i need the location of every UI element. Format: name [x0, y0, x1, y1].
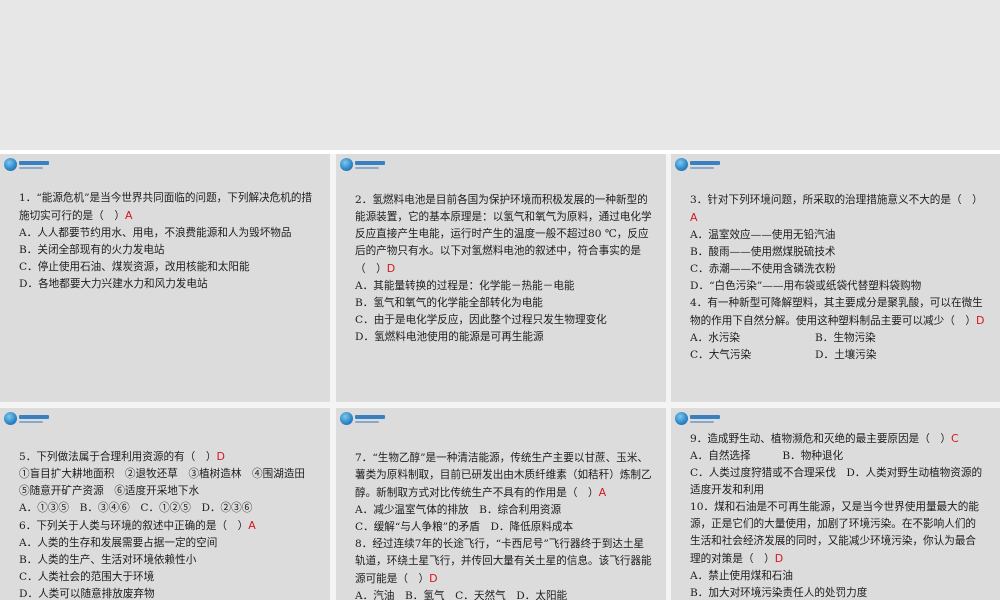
answer-mark: D — [774, 552, 784, 565]
option-line: A．温室效应——使用无铅汽油 — [690, 229, 836, 241]
option-line: D．“白色污染”——用布袋或纸袋代替塑料袋购物 — [690, 280, 922, 292]
slide-thumbnail-4[interactable]: 5．下列做法属于合理利用资源的有（ ）D ①盲目扩大耕地面积 ②退牧还草 ③植树… — [0, 408, 330, 600]
option-row: C．大气污染 D．土壤污染 — [690, 349, 877, 361]
option-line: B．人类的生产、生活对环境依赖性小 — [19, 554, 197, 566]
top-blank-area — [0, 0, 1000, 150]
option-row: A．水污染 B．生物污染 — [690, 332, 876, 344]
option-line: A．人人都要节约用水、用电，不浪费能源和人为毁坏物品 — [19, 227, 292, 239]
option-line: C．停止使用石油、煤炭资源，改用核能和太阳能 — [19, 261, 250, 273]
slide-thumbnail-1[interactable]: 1．“能源危机”是当今世界共同面临的问题，下列解决危机的措施切实可行的是（ ）A… — [0, 154, 330, 402]
question-4: 4．有一种新型可降解塑料，其主要成分是聚乳酸，可以在微生物的作用下自然分解。使用… — [690, 297, 985, 327]
answer-mark: D — [216, 450, 225, 463]
option-line: C．赤潮——不使用含磷洗衣粉 — [690, 263, 836, 275]
slide-content: 3．针对下列环境问题，所采取的治理措施意义不大的是（ ）A A．温室效应——使用… — [690, 192, 986, 364]
answer-mark: A — [598, 486, 607, 499]
logo-icon — [675, 158, 720, 171]
slide-thumbnail-2[interactable]: 2．氢燃料电池是目前各国为保护环境而积极发展的一种新型的能源装置，它的基本原理是… — [336, 154, 666, 402]
option-line: A．禁止使用煤和石油 — [690, 570, 793, 582]
question-6: 6．下列关于人类与环境的叙述中正确的是（ ）A — [19, 519, 256, 532]
option-line: A．汽油 B．氢气 C．天然气 D．太阳能 — [355, 590, 568, 600]
option-line: D．各地都要大力兴建水力和风力发电站 — [19, 278, 208, 290]
option-line: B．氢气和氧气的化学能全部转化为电能 — [355, 297, 543, 309]
slide-content: 5．下列做法属于合理利用资源的有（ ）D ①盲目扩大耕地面积 ②退牧还草 ③植树… — [19, 448, 316, 600]
question-9: 9．造成野生动、植物濒危和灭绝的最主要原因是（ ）C — [690, 432, 959, 445]
option-line: C．缓解“与人争粮”的矛盾 D．降低原料成本 — [355, 521, 574, 533]
question-5: 5．下列做法属于合理利用资源的有（ ）D — [19, 450, 225, 463]
question-10: 10．煤和石油是不可再生能源，又是当今世界使用量最大的能源，正是它们的大量使用，… — [690, 501, 979, 565]
question-2: 2．氢燃料电池是目前各国为保护环境而积极发展的一种新型的能源装置，它的基本原理是… — [355, 194, 652, 275]
answer-mark: D — [976, 314, 985, 327]
logo-icon — [675, 412, 720, 425]
option-line: A．人类的生存和发展需要占据一定的空间 — [19, 537, 218, 549]
answer-mark: C — [951, 432, 959, 445]
answer-mark: D — [386, 262, 396, 275]
option-line: B．酸雨——使用燃煤脱硫技术 — [690, 246, 836, 258]
question-7: 7．“生物乙醇”是一种清洁能源，传统生产主要以甘蔗、玉米、薯类为原料制取，目前已… — [355, 452, 652, 499]
option-line: B．加大对环境污染责任人的处罚力度 — [690, 587, 868, 599]
option-line: A．①③⑤ B．③④⑥ C．①②⑤ D．②③⑥ — [19, 502, 253, 514]
option-line: C．人类过度狩猎或不合理采伐 D．人类对野生动植物资源的适度开发和利用 — [690, 467, 983, 496]
option-line: A．减少温室气体的排放 B．综合利用资源 — [355, 504, 562, 516]
option-line: D．氢燃料电池使用的能源是可再生能源 — [355, 331, 544, 343]
answer-mark: A — [690, 211, 698, 224]
option-line: C．人类社会的范围大于环境 — [19, 571, 155, 583]
slide-content: 1．“能源危机”是当今世界共同面临的问题，下列解决危机的措施切实可行的是（ ）A… — [19, 190, 316, 293]
slide-content: 9．造成野生动、植物濒危和灭绝的最主要原因是（ ）C A．自然选择 B．物种退化… — [690, 430, 986, 600]
answer-mark: D — [429, 572, 438, 585]
logo-icon — [340, 158, 385, 171]
logo-icon — [340, 412, 385, 425]
question-1: 1．“能源危机”是当今世界共同面临的问题，下列解决危机的措施切实可行的是（ ）A — [19, 192, 313, 222]
slide-content: 7．“生物乙醇”是一种清洁能源，传统生产主要以甘蔗、玉米、薯类为原料制取，目前已… — [355, 450, 652, 600]
logo-icon — [4, 412, 49, 425]
answer-mark: A — [124, 209, 133, 222]
option-line: A．自然选择 B．物种退化 — [690, 450, 844, 462]
question-8: 8．经过连续7年的长途飞行，“卡西尼号”飞行器终于到达土星轨道，环绕土星飞行，并… — [355, 538, 652, 585]
slide-content: 2．氢燃料电池是目前各国为保护环境而积极发展的一种新型的能源装置，它的基本原理是… — [355, 192, 652, 346]
slide-thumbnail-6[interactable]: 9．造成野生动、植物濒危和灭绝的最主要原因是（ ）C A．自然选择 B．物种退化… — [671, 408, 1000, 600]
slide-thumbnail-3[interactable]: 3．针对下列环境问题，所采取的治理措施意义不大的是（ ）A A．温室效应——使用… — [671, 154, 1000, 402]
logo-icon — [4, 158, 49, 171]
option-line: D．人类可以随意排放废弃物 — [19, 588, 155, 600]
option-line: ①盲目扩大耕地面积 ②退牧还草 ③植树造林 ④围湖造田 ⑤随意开矿产资源 ⑥适度… — [19, 468, 316, 497]
question-3: 3．针对下列环境问题，所采取的治理措施意义不大的是（ ）A — [690, 194, 983, 224]
slide-thumbnail-5[interactable]: 7．“生物乙醇”是一种清洁能源，传统生产主要以甘蔗、玉米、薯类为原料制取，目前已… — [336, 408, 666, 600]
option-line: B．关闭全部现有的火力发电站 — [19, 244, 165, 256]
option-line: A．其能量转换的过程是：化学能－热能－电能 — [355, 280, 575, 292]
option-line: C．由于是电化学反应，因此整个过程只发生物理变化 — [355, 314, 607, 326]
answer-mark: A — [248, 519, 256, 532]
